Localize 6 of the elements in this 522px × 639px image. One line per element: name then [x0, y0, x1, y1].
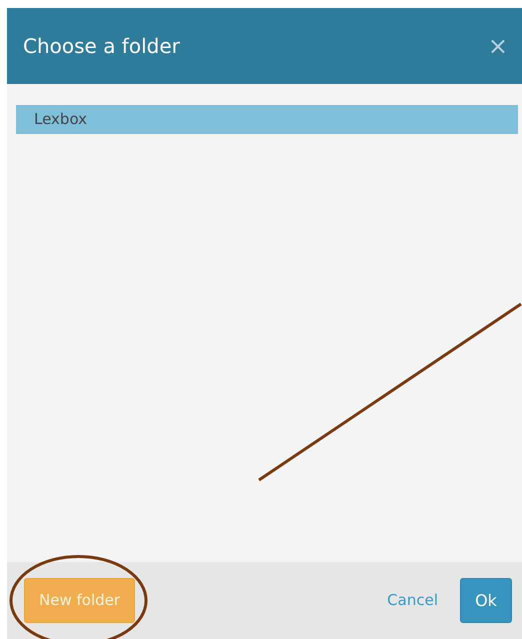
folder-item[interactable]: Lexbox: [16, 105, 518, 134]
new-folder-button[interactable]: New folder: [24, 578, 136, 623]
cancel-link[interactable]: Cancel: [381, 589, 444, 612]
close-button[interactable]: ×: [484, 28, 512, 64]
dialog-title: Choose a folder: [23, 33, 180, 60]
ok-button[interactable]: Ok: [460, 578, 512, 623]
